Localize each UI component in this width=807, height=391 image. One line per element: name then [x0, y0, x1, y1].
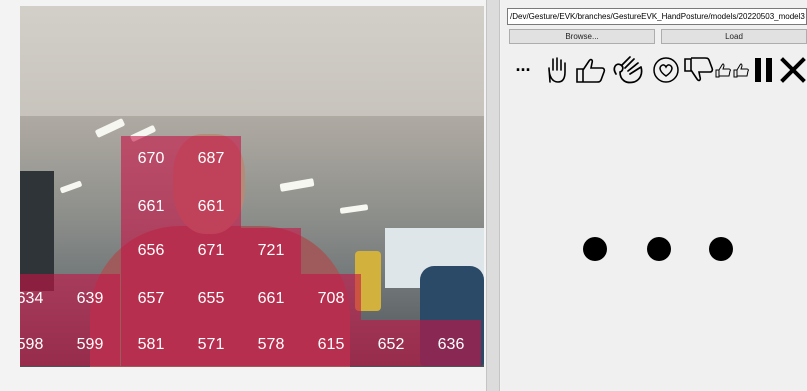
ceiling-light	[279, 178, 315, 192]
double-thumbs-icon	[715, 55, 751, 85]
heatmap-cell: 634	[20, 274, 60, 320]
thumbs-up-icon	[575, 55, 607, 85]
open-hand-icon	[543, 55, 571, 85]
app-window: 670 687 661 661 656 671 721 634 639 657 …	[0, 0, 807, 391]
ceiling-light	[94, 118, 126, 138]
thumbs-down-icon	[683, 55, 715, 85]
heatmap-cell: 655	[181, 274, 241, 320]
ok-sign-icon	[609, 55, 649, 85]
heatmap-cell: 656	[121, 228, 181, 274]
heatmap-cell: 598	[20, 320, 60, 366]
heatmap-cell: 652	[361, 320, 421, 366]
heatmap-cell: 671	[181, 228, 241, 274]
browse-button[interactable]: Browse...	[509, 29, 655, 44]
ceiling-light	[339, 204, 369, 214]
status-dot	[583, 237, 607, 261]
heart-icon	[651, 55, 681, 85]
heatmap-cell: 636	[421, 320, 481, 366]
heatmap-cell: 661	[241, 274, 301, 320]
heatmap-cell: 708	[301, 274, 361, 320]
heatmap-cell: 599	[60, 320, 120, 366]
ceiling-light	[59, 180, 83, 194]
heatmap-cell: 661	[181, 182, 241, 228]
heatmap-cell: 639	[60, 274, 120, 320]
more-icon: ···	[515, 59, 532, 80]
camera-view: 670 687 661 661 656 671 721 634 639 657 …	[20, 6, 484, 367]
ceiling	[20, 6, 484, 116]
heatmap-cell: 657	[121, 274, 181, 320]
status-dot	[647, 237, 671, 261]
load-button[interactable]: Load	[661, 29, 807, 44]
model-path-field[interactable]: /Dev/Gesture/EVK/branches/GestureEVK_Han…	[507, 8, 807, 25]
heatmap-cell: 661	[121, 182, 181, 228]
heatmap-cell: 670	[121, 136, 181, 182]
control-panel: /Dev/Gesture/EVK/branches/GestureEVK_Han…	[501, 0, 807, 391]
heatmap-cell: 687	[181, 136, 241, 182]
heatmap-cell: 615	[301, 320, 361, 366]
status-area	[0, 367, 486, 391]
heatmap-cell: 581	[121, 320, 181, 366]
status-dot	[709, 237, 733, 261]
pause-icon	[751, 55, 777, 85]
close-icon	[779, 55, 807, 85]
heatmap-cell: 578	[241, 320, 301, 366]
heatmap-cell: 571	[181, 320, 241, 366]
splitter-handle[interactable]	[486, 0, 500, 391]
heatmap-cell: 721	[241, 228, 301, 274]
cabinet	[20, 171, 54, 291]
